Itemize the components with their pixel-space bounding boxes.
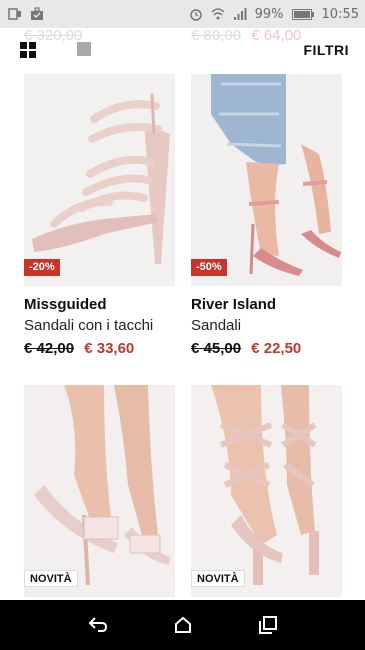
sale-price: € 33,60	[84, 340, 135, 357]
discount-badge: -50%	[191, 259, 227, 276]
navigation-bar	[0, 600, 365, 650]
clock: 10:55	[321, 6, 359, 22]
signal-icon	[233, 8, 247, 20]
recents-icon	[258, 616, 277, 634]
product-image[interactable]: -20%	[24, 74, 175, 286]
product-image[interactable]: NOVITÀ	[24, 385, 175, 597]
sale-price: € 22,50	[251, 340, 302, 357]
product-brand: Missguided	[24, 296, 107, 313]
product-image[interactable]: NOVITÀ	[191, 385, 342, 597]
product-image[interactable]: -50%	[191, 74, 342, 286]
discount-badge: -20%	[24, 259, 60, 276]
wifi-icon	[211, 8, 225, 20]
grid-view-icon[interactable]	[20, 42, 36, 58]
product-description: Sandali	[191, 317, 242, 334]
sandal-illustration	[24, 385, 175, 597]
product-prices: € 42,00 € 33,60	[24, 340, 134, 357]
sandal-illustration	[191, 385, 342, 597]
single-view-icon[interactable]	[77, 42, 91, 56]
back-icon	[88, 617, 107, 632]
product-brand: River Island	[191, 296, 277, 313]
recents-button[interactable]	[256, 613, 280, 637]
toolbar: FILTRI	[0, 28, 365, 72]
old-price: € 42,00	[24, 340, 75, 357]
sandal-illustration	[191, 74, 342, 286]
old-price: € 45,00	[191, 340, 242, 357]
notification-card-icon	[8, 8, 21, 20]
new-badge: NOVITÀ	[191, 570, 245, 587]
battery-percent: 99%	[254, 6, 284, 22]
home-button[interactable]	[171, 613, 195, 637]
battery-icon	[291, 8, 314, 20]
product-prices: € 45,00 € 22,50	[191, 340, 301, 357]
product-description: Sandali con i tacchi	[24, 317, 154, 334]
alarm-icon	[189, 9, 202, 21]
new-badge: NOVITÀ	[24, 570, 78, 587]
briefcase-check-icon	[31, 7, 43, 20]
home-icon	[174, 616, 191, 633]
back-button[interactable]	[86, 613, 110, 637]
filter-button[interactable]: FILTRI	[303, 42, 349, 58]
status-bar: 99% 10:55	[0, 0, 365, 28]
sandal-illustration	[24, 74, 175, 286]
